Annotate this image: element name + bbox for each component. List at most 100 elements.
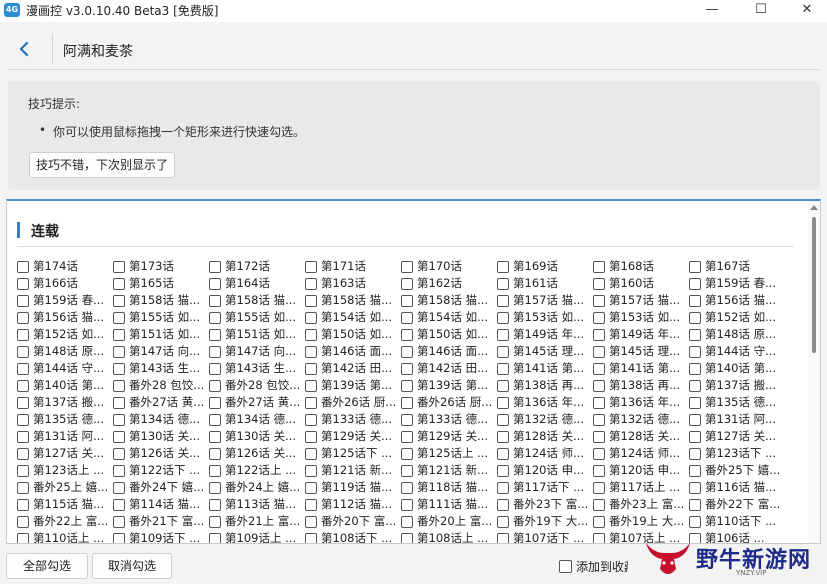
chapter-item[interactable]: 第151话 如... <box>113 326 207 343</box>
chapter-label[interactable]: 第143话 生... <box>225 360 296 377</box>
chapter-checkbox[interactable] <box>497 312 509 324</box>
chapter-label[interactable]: 第124话 师... <box>513 445 584 462</box>
chapter-checkbox[interactable] <box>113 380 125 392</box>
chapter-checkbox[interactable] <box>689 516 701 528</box>
chapter-checkbox[interactable] <box>17 346 29 358</box>
chapter-item[interactable]: 第150话 如... <box>305 326 399 343</box>
chapter-checkbox[interactable] <box>401 448 413 460</box>
chapter-checkbox[interactable] <box>401 465 413 477</box>
chapter-checkbox[interactable] <box>305 482 317 494</box>
chapter-checkbox[interactable] <box>113 414 125 426</box>
chapter-label[interactable]: 第124话 师... <box>609 445 680 462</box>
chapter-checkbox[interactable] <box>305 499 317 511</box>
chapter-checkbox[interactable] <box>401 380 413 392</box>
chapter-item[interactable]: 番外28 包饺... <box>113 377 207 394</box>
chapter-label[interactable]: 第150话 如... <box>417 326 488 343</box>
chapter-checkbox[interactable] <box>113 261 125 273</box>
chapter-checkbox[interactable] <box>497 295 509 307</box>
chapter-checkbox[interactable] <box>209 380 221 392</box>
chapter-label[interactable]: 第167话 <box>705 258 750 275</box>
chapter-checkbox[interactable] <box>401 261 413 273</box>
chapter-label[interactable]: 第172话 <box>225 258 270 275</box>
scrollbar-thumb[interactable] <box>812 217 816 353</box>
chapter-checkbox[interactable] <box>689 312 701 324</box>
chapter-item[interactable]: 第144话 守... <box>689 343 783 360</box>
chapter-item[interactable]: 第141话 第... <box>593 360 687 377</box>
chapter-checkbox[interactable] <box>593 533 605 543</box>
chapter-label[interactable]: 番外25下 嬉... <box>705 462 780 479</box>
chapter-item[interactable]: 番外20上 富... <box>401 513 495 530</box>
chapter-item[interactable]: 第142话 田... <box>305 360 399 377</box>
chapter-checkbox[interactable] <box>689 465 701 477</box>
chapter-checkbox[interactable] <box>593 414 605 426</box>
chapter-label[interactable]: 第161话 <box>513 275 558 292</box>
chapter-item[interactable]: 第145话 理... <box>497 343 591 360</box>
deselect-button[interactable]: 取消勾选 <box>92 553 172 579</box>
chapter-checkbox[interactable] <box>305 346 317 358</box>
chapter-checkbox[interactable] <box>593 346 605 358</box>
chapter-checkbox[interactable] <box>593 465 605 477</box>
chapter-label[interactable]: 第139话 第... <box>417 377 488 394</box>
chapter-label[interactable]: 第160话 <box>609 275 654 292</box>
chapter-item[interactable]: 番外26话 厨... <box>401 394 495 411</box>
chapter-item[interactable]: 第138话 再... <box>497 377 591 394</box>
chapter-checkbox[interactable] <box>17 380 29 392</box>
chapter-label[interactable]: 第156话 猫... <box>705 292 776 309</box>
chapter-label[interactable]: 第122话下 ... <box>129 462 200 479</box>
chapter-checkbox[interactable] <box>401 414 413 426</box>
chapter-checkbox[interactable] <box>497 397 509 409</box>
chapter-item[interactable]: 第123话上 ... <box>17 462 111 479</box>
chapter-item[interactable]: 第154话 如... <box>305 309 399 326</box>
chapter-checkbox[interactable] <box>113 482 125 494</box>
chapter-item[interactable]: 第158话 猫... <box>305 292 399 309</box>
chapter-item[interactable]: 第137话 搬... <box>689 377 783 394</box>
chapter-label[interactable]: 番外19上 大... <box>609 513 684 530</box>
select-all-button[interactable]: 全部勾选 <box>6 553 88 579</box>
chapter-label[interactable]: 第130话 关... <box>129 428 200 445</box>
chapter-label[interactable]: 第136话 年... <box>513 394 584 411</box>
add-favorite-checkbox[interactable] <box>559 560 572 573</box>
chapter-checkbox[interactable] <box>497 533 509 543</box>
chapter-checkbox[interactable] <box>209 312 221 324</box>
chapter-item[interactable]: 第170话 <box>401 258 495 275</box>
chapter-item[interactable]: 第129话 关... <box>305 428 399 445</box>
chapter-checkbox[interactable] <box>689 499 701 511</box>
chapter-checkbox[interactable] <box>689 278 701 290</box>
chapter-item[interactable]: 第132话 德... <box>497 411 591 428</box>
chapter-checkbox[interactable] <box>593 431 605 443</box>
chapter-label[interactable]: 第147话 向... <box>225 343 296 360</box>
chapter-checkbox[interactable] <box>305 312 317 324</box>
chapter-label[interactable]: 第174话 <box>33 258 78 275</box>
maximize-button[interactable]: ☐ <box>738 0 784 22</box>
chapter-checkbox[interactable] <box>17 295 29 307</box>
chapter-checkbox[interactable] <box>497 380 509 392</box>
chapter-label[interactable]: 第166话 <box>33 275 78 292</box>
chapter-checkbox[interactable] <box>401 431 413 443</box>
chapter-label[interactable]: 第148话 原... <box>705 326 776 343</box>
chapter-label[interactable]: 第150话 如... <box>321 326 392 343</box>
chapter-label[interactable]: 第158话 猫... <box>225 292 296 309</box>
chapter-checkbox[interactable] <box>209 346 221 358</box>
chapter-label[interactable]: 第127话 关... <box>705 428 776 445</box>
chapter-label[interactable]: 第148话 原... <box>33 343 104 360</box>
chapter-checkbox[interactable] <box>17 533 29 543</box>
chapter-label[interactable]: 第108话下 ... <box>321 530 392 543</box>
chapter-label[interactable]: 第139话 第... <box>321 377 392 394</box>
chapter-item[interactable]: 第127话 关... <box>689 428 783 445</box>
chapter-label[interactable]: 第117话上 ... <box>609 479 680 496</box>
chapter-label[interactable]: 第157话 猫... <box>609 292 680 309</box>
chapter-item[interactable]: 第130话 关... <box>113 428 207 445</box>
chapter-label[interactable]: 第165话 <box>129 275 174 292</box>
chapter-checkbox[interactable] <box>209 363 221 375</box>
chapter-item[interactable]: 第136话 年... <box>593 394 687 411</box>
chapter-checkbox[interactable] <box>113 312 125 324</box>
chapter-label[interactable]: 第110话上 ... <box>33 530 104 543</box>
chapter-label[interactable]: 番外28 包饺... <box>225 377 300 394</box>
chapter-checkbox[interactable] <box>17 363 29 375</box>
scroll-up-icon[interactable] <box>810 205 818 210</box>
chapter-checkbox[interactable] <box>113 465 125 477</box>
chapter-label[interactable]: 第111话 猫... <box>417 496 488 513</box>
chapter-checkbox[interactable] <box>113 516 125 528</box>
chapter-checkbox[interactable] <box>17 261 29 273</box>
chapter-item[interactable]: 第135话 德... <box>689 394 783 411</box>
